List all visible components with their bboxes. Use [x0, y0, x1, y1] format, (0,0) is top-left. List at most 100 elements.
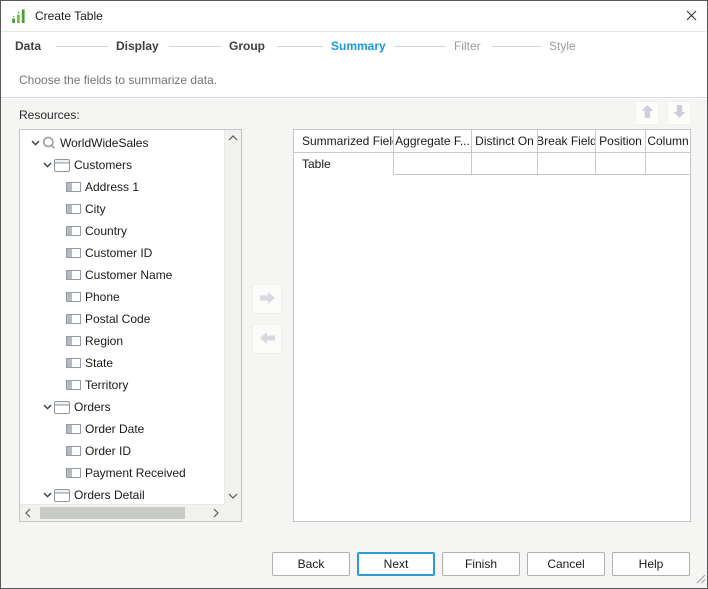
tree-item-city[interactable]: City — [20, 198, 224, 220]
table-cell[interactable] — [472, 153, 538, 175]
field-icon — [66, 446, 81, 456]
next-button[interactable]: Next — [357, 552, 435, 576]
move-left-icon — [258, 330, 277, 349]
column-header-column: Column — [646, 130, 690, 153]
table-icon — [54, 401, 70, 414]
chevron-down-icon[interactable] — [40, 404, 54, 410]
tree-item-label: Customer ID — [85, 246, 152, 260]
table-cell[interactable] — [394, 153, 472, 175]
step-group[interactable]: Group — [229, 39, 265, 53]
step-connector — [492, 46, 541, 47]
tree-item-label: City — [85, 202, 106, 216]
finish-button[interactable]: Finish — [442, 552, 520, 576]
scroll-up-arrow-icon[interactable] — [225, 130, 241, 146]
tree-item-order-id[interactable]: Order ID — [20, 440, 224, 462]
tree-item-country[interactable]: Country — [20, 220, 224, 242]
content-area: Resources: WorldWideSales Customers Addres… — [1, 99, 707, 588]
tree-item-label: Customers — [74, 158, 132, 172]
tree-item-customer-id[interactable]: Customer ID — [20, 242, 224, 264]
tree-item-territory[interactable]: Territory — [20, 374, 224, 396]
tree-item-label: Customer Name — [85, 268, 172, 282]
move-down-icon — [672, 104, 687, 122]
summary-table-panel: Summarized FieldsAggregate F...Distinct … — [293, 129, 691, 522]
subtitle-row: Choose the fields to summarize data. — [1, 62, 707, 98]
scroll-down-arrow-icon[interactable] — [225, 488, 241, 504]
move-up-button[interactable] — [635, 101, 659, 125]
tree-item-label: Orders Detail — [74, 488, 145, 502]
scroll-left-arrow-icon[interactable] — [20, 505, 36, 521]
field-icon — [66, 380, 81, 390]
table-row: Table — [294, 153, 690, 175]
tree-item-address-1[interactable]: Address 1 — [20, 176, 224, 198]
tree-item-label: Country — [85, 224, 127, 238]
step-connector — [394, 46, 446, 47]
column-header-position: Position — [596, 130, 646, 153]
scrollbar-corner — [224, 504, 241, 521]
field-icon — [66, 424, 81, 434]
field-icon — [66, 358, 81, 368]
chevron-down-icon[interactable] — [28, 140, 42, 146]
step-display[interactable]: Display — [116, 39, 159, 53]
tree-horizontal-scrollbar[interactable] — [20, 504, 224, 521]
window-title: Create Table — [35, 9, 103, 23]
tree-item-order-date[interactable]: Order Date — [20, 418, 224, 440]
chevron-down-icon[interactable] — [40, 492, 54, 498]
resources-tree: WorldWideSales Customers Address 1 City Coun… — [20, 132, 224, 504]
table-icon — [54, 159, 70, 172]
resources-tree-panel: WorldWideSales Customers Address 1 City Coun… — [19, 129, 242, 522]
page-subtitle: Choose the fields to summarize data. — [19, 73, 217, 87]
step-data[interactable]: Data — [15, 39, 41, 53]
cancel-button[interactable]: Cancel — [527, 552, 605, 576]
tree-item-payment-received[interactable]: Payment Received — [20, 462, 224, 484]
tree-item-label: Region — [85, 334, 123, 348]
tree-item-label: Territory — [85, 378, 128, 392]
step-summary[interactable]: Summary — [331, 39, 386, 53]
table-cell[interactable] — [538, 153, 596, 175]
field-icon — [66, 270, 81, 280]
tree-vertical-scrollbar[interactable] — [224, 130, 241, 504]
chevron-down-icon[interactable] — [40, 162, 54, 168]
table-icon — [54, 489, 70, 502]
close-button[interactable] — [680, 6, 702, 28]
table-cell[interactable] — [596, 153, 646, 175]
title-bar: Create Table — [1, 1, 707, 32]
move-right-icon — [258, 290, 277, 309]
tree-item-orders-detail[interactable]: Orders Detail — [20, 484, 224, 504]
tree-item-label: Orders — [74, 400, 111, 414]
scroll-right-arrow-icon[interactable] — [208, 505, 224, 521]
column-header-summarized-fields: Summarized Fields — [294, 130, 394, 153]
query-icon — [42, 136, 56, 150]
move-up-icon — [640, 104, 655, 122]
field-icon — [66, 292, 81, 302]
table-cell[interactable] — [646, 153, 690, 175]
tree-item-orders[interactable]: Orders — [20, 396, 224, 418]
tree-item-postal-code[interactable]: Postal Code — [20, 308, 224, 330]
summarized-field-cell[interactable]: Table — [294, 153, 394, 175]
tree-item-phone[interactable]: Phone — [20, 286, 224, 308]
tree-item-label: Postal Code — [85, 312, 150, 326]
step-filter[interactable]: Filter — [454, 39, 481, 53]
field-icon — [66, 248, 81, 258]
create-table-dialog: Create Table Data Display Group Summary Filt… — [0, 0, 708, 589]
tree-item-label: Phone — [85, 290, 120, 304]
field-icon — [66, 182, 81, 192]
tree-item-worldwidesales[interactable]: WorldWideSales — [20, 132, 224, 154]
field-icon — [66, 204, 81, 214]
close-icon — [686, 10, 697, 24]
step-style[interactable]: Style — [549, 39, 576, 53]
resize-grip-icon[interactable] — [694, 572, 706, 587]
help-button[interactable]: Help — [612, 552, 690, 576]
add-field-button[interactable] — [252, 284, 282, 314]
field-icon — [66, 336, 81, 346]
resources-label: Resources: — [19, 108, 80, 122]
tree-item-customer-name[interactable]: Customer Name — [20, 264, 224, 286]
back-button[interactable]: Back — [272, 552, 350, 576]
wizard-steps: Data Display Group Summary Filter Style — [1, 32, 707, 62]
tree-item-state[interactable]: State — [20, 352, 224, 374]
tree-item-customers[interactable]: Customers — [20, 154, 224, 176]
tree-item-region[interactable]: Region — [20, 330, 224, 352]
step-connector — [169, 46, 221, 47]
scrollbar-thumb[interactable] — [40, 507, 185, 519]
move-down-button[interactable] — [667, 101, 691, 125]
remove-field-button[interactable] — [252, 324, 282, 354]
